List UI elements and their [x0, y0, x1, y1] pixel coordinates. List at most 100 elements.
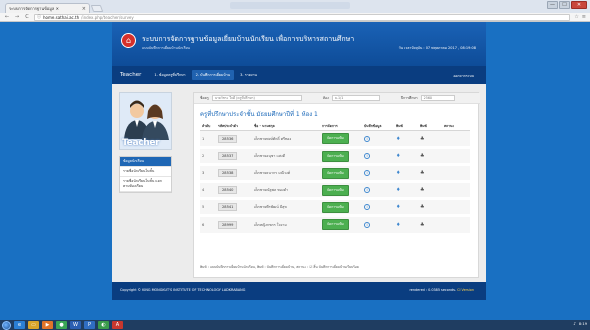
start-button[interactable]	[2, 320, 11, 330]
logout-link[interactable]: ออกจากระบบ	[453, 73, 474, 79]
teacher-field[interactable]: นายวัชระ ใจดี (ครูที่ปรึกษา)	[211, 95, 302, 101]
pdf-taskbar-icon[interactable]: A	[112, 321, 123, 329]
menu-item-advisor-info[interactable]: 1. ข้อมูลครูที่ปรึกษา	[150, 70, 189, 80]
table-row: 3 28538 เด็กชายธนากร มณีวงศ์ จัดการแฟ้ม …	[200, 163, 470, 182]
print-form-icon[interactable]: ♦	[396, 222, 400, 228]
site-banner: ⌂ ระบบการจัดการฐานข้อมูลเยี่ยมบ้านนักเรี…	[112, 22, 486, 66]
student-id: 28541	[218, 203, 238, 211]
manage-file-button[interactable]: จัดการแฟ้ม	[322, 150, 349, 162]
back-button[interactable]: ←	[4, 14, 10, 20]
close-window-button[interactable]: ✕	[571, 1, 587, 9]
ci-version-link[interactable]: CI Version	[457, 288, 474, 292]
avatar-caption: Teacher	[122, 138, 160, 148]
status-cell	[442, 180, 470, 199]
class-heading: ครูที่ปรึกษาประจำชั้น มัธยมศึกษาปีที่ 1 …	[200, 111, 318, 118]
print-form-icon[interactable]: ♦	[396, 153, 400, 159]
home-logo-icon[interactable]: ⌂	[121, 33, 136, 48]
ie-taskbar-icon[interactable]: e	[14, 321, 25, 329]
menu-item-home-visit[interactable]: 2. บันทึกการเยี่ยมบ้าน	[191, 70, 235, 80]
publisher-taskbar-icon[interactable]: P	[84, 321, 95, 329]
student-table: ลำดับ รหัสประจำตัว ชื่อ - นามสกุล การจัด…	[200, 123, 470, 233]
student-name: เด็กชายณัฐพล ทองคำ	[252, 180, 320, 199]
volume-icon[interactable]: ♪	[573, 321, 576, 326]
print-record-icon[interactable]: ♣	[420, 204, 424, 210]
manage-file-button[interactable]: จัดการแฟ้ม	[322, 133, 349, 144]
print-record-icon[interactable]: ♣	[420, 222, 424, 228]
class-label: ห้อง	[322, 96, 329, 100]
print-form-icon[interactable]: ♦	[396, 187, 400, 193]
clock-time: 8:19	[578, 321, 587, 326]
bookmark-star-icon[interactable]: ☆	[574, 14, 578, 20]
year-field[interactable]: 2560	[420, 95, 455, 101]
print-record-icon[interactable]: ♣	[420, 187, 424, 193]
col-header-no: ลำดับ	[200, 123, 216, 131]
row-no: 3	[200, 163, 216, 182]
manage-file-button[interactable]: จัดการแฟ้ม	[322, 167, 349, 179]
word-taskbar-icon[interactable]: W	[70, 321, 81, 329]
record-info-icon[interactable]: i	[364, 187, 370, 193]
new-tab-button[interactable]	[90, 5, 104, 12]
menu-item-report[interactable]: 3. รายงาน	[236, 70, 261, 80]
os-taskbar: e ▭ ▶ ● W P ◐ A ♪ 8:19	[0, 320, 590, 330]
record-info-icon[interactable]: i	[364, 153, 370, 159]
print-record-icon[interactable]: ♣	[420, 153, 424, 159]
forward-button[interactable]: →	[14, 14, 20, 20]
minimize-button[interactable]: —	[547, 1, 558, 9]
manage-file-button[interactable]: จัดการแฟ้ม	[322, 201, 349, 213]
render-info: rendered : 0.0385 seconds. CI Version	[409, 288, 474, 292]
explorer-taskbar-icon[interactable]: ▭	[28, 321, 39, 329]
print-record-icon[interactable]: ♣	[420, 136, 424, 142]
print-form-icon[interactable]: ♦	[396, 136, 400, 142]
status-cell	[442, 214, 470, 233]
status-cell	[442, 163, 470, 182]
class-field[interactable]: ม.1/1	[331, 95, 380, 101]
media-taskbar-icon[interactable]: ▶	[42, 321, 53, 329]
maximize-button[interactable]: ☐	[559, 1, 570, 9]
record-info-icon[interactable]: i	[364, 221, 370, 228]
col-header-name: ชื่อ - นามสกุล	[252, 123, 320, 131]
browser-tabbar: ระบบการจัดการฐานข้อมูล ✕ × — ☐ ✕	[0, 0, 590, 13]
manage-file-button[interactable]: จัดการแฟ้ม	[322, 219, 349, 231]
url-path: /index.php/teacher/survey	[81, 14, 134, 20]
side-item-class-list-by-room[interactable]: รายชื่อนักเรียนในชั้น แยกตามห้องเรียน	[120, 177, 171, 192]
teacher-avatar: Teacher	[119, 92, 172, 150]
year-label: ปีการศึกษา	[400, 96, 418, 100]
print-form-icon[interactable]: ♦	[396, 170, 400, 176]
record-info-icon[interactable]: i	[364, 170, 370, 176]
filter-bar: ชื่อครู นายวัชระ ใจดี (ครูที่ปรึกษา) ห้อ…	[194, 93, 480, 104]
manage-file-button[interactable]: จัดการแฟ้ม	[322, 184, 349, 196]
toolbar-icons: ☆ ≡	[574, 14, 586, 20]
table-header-row: ลำดับ รหัสประจำตัว ชื่อ - นามสกุล การจัด…	[200, 123, 470, 131]
student-name: เด็กชายพงษ์ศักดิ์ ศรีทอง	[252, 130, 320, 148]
record-info-icon[interactable]: i	[364, 204, 370, 210]
col-header-status: สถานะ	[442, 123, 470, 131]
browser-tab[interactable]: ระบบการจัดการฐานข้อมูล ✕ ×	[5, 3, 90, 13]
status-cell	[442, 197, 470, 216]
chrome-taskbar-icon[interactable]: ●	[56, 321, 67, 329]
browser-menu-icon[interactable]: ≡	[582, 14, 586, 20]
print-form-icon[interactable]: ♦	[396, 204, 400, 210]
side-item-class-list[interactable]: รายชื่อนักเรียนในชั้น	[120, 167, 171, 177]
app-taskbar-icon[interactable]: ◐	[98, 321, 109, 329]
student-id: 28999	[218, 220, 238, 229]
sidebar: Teacher ข้อมูลนักเรียน รายชื่อนักเรียนใน…	[119, 92, 172, 193]
window-controls: — ☐ ✕	[547, 1, 587, 9]
student-name: เด็กชายพีรพัฒน์ มีสุข	[252, 197, 320, 216]
reload-button[interactable]: C	[24, 14, 30, 20]
clock[interactable]: 8:19	[579, 322, 587, 326]
print-record-icon[interactable]: ♣	[420, 170, 424, 176]
main-panel: ชื่อครู นายวัชระ ใจดี (ครูที่ปรึกษา) ห้อ…	[193, 92, 480, 278]
address-bar[interactable]: ⓘ home.sathai.ac.th/index.php/teacher/su…	[34, 13, 571, 21]
site-subtitle: แบบบันทึกการเยี่ยมบ้านนักเรียน	[142, 46, 190, 50]
table-row: 2 28537 เด็กชายอนุชา แสงดี จัดการแฟ้ม i …	[200, 146, 470, 165]
render-time: rendered : 0.0385 seconds.	[409, 288, 456, 292]
table-row: 6 28999 เด็กหญิงกชกร ใจงาม จัดการแฟ้ม i …	[200, 214, 470, 233]
tab-close-icon[interactable]: ×	[82, 6, 86, 12]
menu-brand[interactable]: Teacher	[120, 72, 141, 78]
copyright-text: Copyright © KING MONGKUT'S INSTITUTE OF …	[120, 288, 246, 292]
side-item-student-info[interactable]: ข้อมูลนักเรียน	[120, 157, 171, 167]
site-info-icon[interactable]: ⓘ	[37, 14, 41, 20]
url-host: home.sathai.ac.th	[43, 14, 80, 20]
site-footer: Copyright © KING MONGKUT'S INSTITUTE OF …	[112, 282, 486, 300]
record-info-icon[interactable]: i	[364, 135, 370, 142]
